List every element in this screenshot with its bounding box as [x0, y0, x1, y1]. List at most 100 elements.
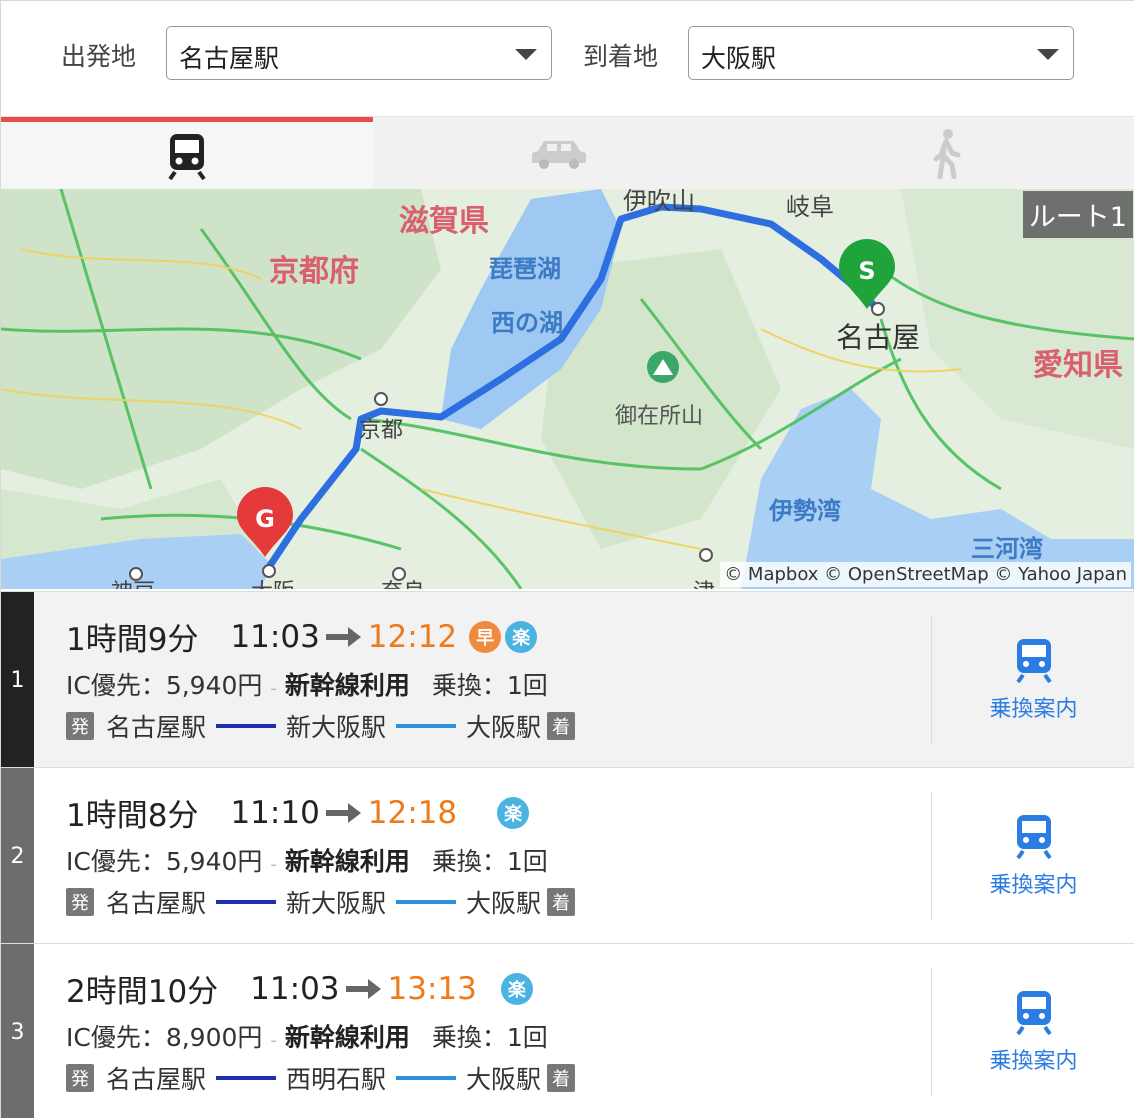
transfer-guide-button[interactable]: 乗換案内	[931, 616, 1134, 744]
transfer-guide-label: 乗換案内	[989, 873, 1078, 898]
walk-icon	[933, 128, 961, 179]
fare: IC優先：5,940円	[66, 671, 263, 700]
map-label-nara: 奈良	[381, 580, 425, 589]
route-item[interactable]: 3 2時間10分 11:03 13:13 楽 IC優先：8,900円 - 新幹線利用…	[1, 943, 1134, 1118]
arrival-mark: 着	[547, 712, 576, 740]
route-item[interactable]: 1 1時間9分 11:03 12:12 早 楽 IC優先：5,940円 - 新幹線利…	[1, 591, 1134, 768]
map-label-gifu: 岐阜	[786, 193, 834, 221]
local-line-segment	[396, 724, 457, 728]
station-name: 大阪駅	[466, 1065, 542, 1094]
map-label-kyoto-pref: 京都府	[269, 254, 359, 289]
transfer-guide-button[interactable]: 乗換案内	[931, 968, 1134, 1096]
local-line-segment	[396, 900, 457, 904]
shinkansen-segment	[216, 1076, 277, 1080]
route-summary: 1時間8分 11:10 12:18 楽	[66, 790, 530, 835]
arrival-time: 13:13	[387, 970, 477, 1007]
from-label: 出発地	[61, 42, 137, 71]
arrival-time: 12:12	[367, 618, 458, 655]
departure-time: 11:03	[250, 970, 340, 1007]
goal-marker-label: G	[255, 505, 275, 533]
arrow-right-icon	[325, 802, 361, 823]
station-name: 西明石駅	[286, 1065, 387, 1094]
search-header: 出発地 名古屋駅 到着地 大阪駅	[1, 1, 1134, 116]
map-label-biwako: 琵琶湖	[489, 255, 561, 283]
map-label-ise-bay: 伊勢湾	[768, 497, 841, 525]
route-stations: 発 名古屋駅 新大阪駅 大阪駅 着	[66, 708, 576, 744]
route-number: 3	[1, 944, 34, 1118]
shinkansen-label: 新幹線利用	[284, 847, 410, 876]
route-details: IC優先：5,940円 - 新幹線利用 乗換：1回	[66, 842, 548, 878]
easy-badge: 楽	[505, 620, 538, 653]
departure-mark: 発	[66, 712, 94, 740]
map-label-aichi: 愛知県	[1033, 348, 1123, 383]
chevron-down-icon	[1037, 49, 1059, 60]
fare: IC優先：8,900円	[66, 1023, 263, 1052]
station-name: 大阪駅	[466, 889, 542, 918]
route-stations: 発 名古屋駅 西明石駅 大阪駅 着	[66, 1060, 576, 1096]
route-map[interactable]: 滋賀県 京都府 琵琶湖 西の湖 伊吹山 岐阜 名古屋 愛知県 御在所山 京都 伊…	[1, 189, 1134, 589]
to-select[interactable]: 大阪駅	[688, 26, 1074, 80]
map-label-mikawa-bay: 三河湾	[971, 535, 1043, 563]
map-canvas: 滋賀県 京都府 琵琶湖 西の湖 伊吹山 岐阜 名古屋 愛知県 御在所山 京都 伊…	[1, 189, 1134, 589]
arrival-mark: 着	[547, 888, 576, 916]
transfer-guide-label: 乗換案内	[989, 1049, 1078, 1074]
easy-badge: 楽	[500, 972, 533, 1005]
easy-badge: 楽	[497, 796, 530, 829]
to-label: 到着地	[583, 42, 659, 71]
arrow-right-icon	[345, 978, 381, 999]
station-name: 新大阪駅	[286, 713, 387, 742]
separator: -	[270, 1030, 277, 1051]
train-icon	[168, 134, 206, 180]
route-number: 1	[1, 592, 34, 768]
tab-train[interactable]	[1, 117, 373, 190]
start-marker-label: S	[858, 257, 875, 285]
map-attribution[interactable]: © Mapbox © OpenStreetMap © Yahoo Japan	[720, 562, 1131, 587]
map-label-tsu: 津	[693, 580, 715, 589]
shinkansen-segment	[216, 900, 277, 904]
transfer-count: 乗換：1回	[431, 847, 548, 876]
shinkansen-label: 新幹線利用	[284, 671, 410, 700]
from-select[interactable]: 名古屋駅	[166, 26, 552, 80]
route-duration: 1時間9分	[66, 622, 199, 658]
route-duration: 1時間8分	[66, 798, 199, 834]
chevron-down-icon	[515, 49, 537, 60]
train-icon	[1015, 991, 1052, 1035]
station-name: 名古屋駅	[106, 1065, 207, 1094]
departure-time: 11:10	[230, 794, 320, 831]
route-badge: ルート1	[1022, 191, 1133, 238]
from-select-value: 名古屋駅	[179, 44, 280, 73]
map-label-kyoto: 京都	[359, 418, 403, 443]
local-line-segment	[396, 1076, 457, 1080]
route-details: IC優先：5,940円 - 新幹線利用 乗換：1回	[66, 666, 548, 702]
route-details: IC優先：8,900円 - 新幹線利用 乗換：1回	[66, 1018, 548, 1054]
arrival-time: 12:18	[367, 794, 458, 831]
transfer-count: 乗換：1回	[431, 671, 548, 700]
map-label-gozaisho: 御在所山	[615, 404, 703, 429]
transfer-guide-button[interactable]: 乗換案内	[931, 792, 1134, 920]
route-number: 2	[1, 768, 34, 944]
route-duration: 2時間10分	[66, 974, 219, 1010]
map-label-ibuki: 伊吹山	[623, 189, 695, 215]
train-icon	[1015, 815, 1052, 859]
station-name: 新大阪駅	[286, 889, 387, 918]
departure-time: 11:03	[230, 618, 320, 655]
departure-mark: 発	[66, 888, 94, 916]
separator: -	[270, 678, 277, 699]
tab-car[interactable]	[373, 117, 745, 190]
route-item[interactable]: 2 1時間8分 11:10 12:18 楽 IC優先：5,940円 - 新幹線利用 …	[1, 767, 1134, 944]
shinkansen-label: 新幹線利用	[284, 1023, 410, 1052]
station-name: 大阪駅	[466, 713, 542, 742]
map-label-kobe: 神戸	[111, 580, 155, 589]
tab-walk[interactable]	[761, 117, 1133, 190]
station-name: 名古屋駅	[106, 889, 207, 918]
car-icon	[532, 140, 586, 169]
arrow-right-icon	[325, 626, 361, 647]
separator: -	[270, 854, 277, 875]
to-select-value: 大阪駅	[701, 44, 777, 73]
map-label-shiga: 滋賀県	[399, 204, 489, 239]
station-name: 名古屋駅	[106, 713, 207, 742]
transfer-count: 乗換：1回	[431, 1023, 548, 1052]
map-label-osaka: 大阪	[251, 580, 295, 589]
route-summary: 2時間10分 11:03 13:13 楽	[66, 966, 533, 1011]
shinkansen-segment	[216, 724, 277, 728]
